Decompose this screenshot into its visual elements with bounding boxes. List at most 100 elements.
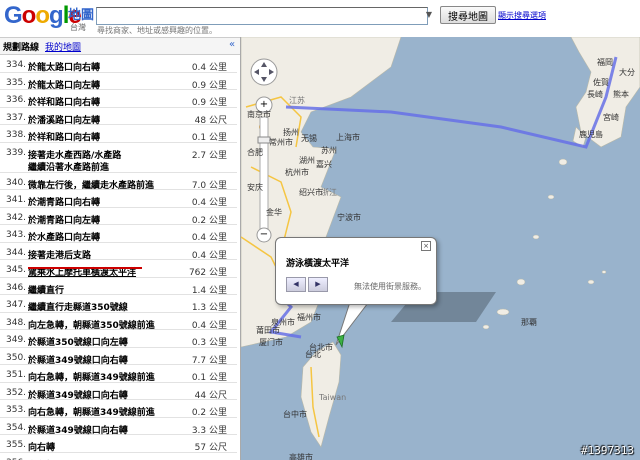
step-distance: 0.1 公里 <box>191 133 227 143</box>
city-label: 绍兴市 <box>299 188 323 197</box>
step-instruction: 向左急轉，朝縣道350號線前進 <box>28 320 155 331</box>
direction-step[interactable]: 336. 於祥和路口向右轉 0.9 公里 <box>0 90 237 108</box>
city-label: 鹿児島 <box>579 130 603 139</box>
city-label: 泉州市 <box>271 318 295 327</box>
info-window: × 游泳橫渡太平洋 ◀ ▶ 無法使用街景服務。 <box>275 237 437 305</box>
logo-letter: o <box>35 2 50 29</box>
step-distance: 57 公尺 <box>194 443 227 453</box>
step-instruction: 於縣道349號線口向右轉 <box>28 355 128 366</box>
step-number: 335. <box>6 77 27 88</box>
step-instruction: 於縣道349號線口向右轉 <box>28 425 128 436</box>
search-hint: 尋找商家、地址或感興趣的位置。 <box>97 26 217 35</box>
zoom-out-button[interactable]: − <box>257 228 271 242</box>
city-label: 杭州市 <box>285 168 309 177</box>
direction-step[interactable]: 335. 於龍太路口向左轉 0.9 公里 <box>0 73 237 91</box>
step-number: 352. <box>6 387 27 398</box>
step-distance: 1.4 公里 <box>191 285 227 296</box>
step-instruction: 於祥和路口向右轉 <box>28 133 101 143</box>
direction-step[interactable]: 343. 於水產路口向左轉 0.4 公里 <box>0 225 237 243</box>
city-label: 熊本 <box>613 90 629 99</box>
step-number: 351. <box>6 370 27 380</box>
direction-step[interactable]: 342. 於潮青路口向左轉 0.2 公里 <box>0 208 237 226</box>
direction-step[interactable]: 353. 向右急轉，朝縣道349號線前進 0.2 公里 <box>0 400 237 418</box>
step-distance: 0.9 公里 <box>191 98 227 108</box>
city-label: 大分 <box>619 68 635 77</box>
direction-step[interactable]: 347. 繼續直行走縣道350號線 1.3 公里 <box>0 295 237 313</box>
direction-step[interactable]: 346. 繼續直行 1.4 公里 <box>0 278 237 296</box>
step-number: 349. <box>6 335 27 345</box>
step-number: 341. <box>6 195 27 205</box>
direction-step[interactable]: 341. 於潮青路口向右轉 0.4 公里 <box>0 190 237 208</box>
direction-step[interactable]: 337. 於潘溪路口向左轉 48 公尺 <box>0 108 237 126</box>
step-distance: 3.3 公里 <box>191 425 227 436</box>
search-maps-button[interactable]: 搜尋地圖 <box>440 6 496 24</box>
region-label: 台灣 <box>70 23 86 32</box>
direction-step[interactable]: 349. 於縣道350號線口向左轉 0.3 公里 <box>0 330 237 348</box>
map-canvas[interactable]: + − 福岡 佐賀 長崎 熊本 大分 宮崎 鹿児島 江苏 南京市 上海市 杭州市 浙江 宁波市 福州市 台北… <box>241 37 640 460</box>
step-number: 350. <box>6 352 27 363</box>
city-label: 嘉兴 <box>316 160 332 169</box>
step-distance: 0.4 公里 <box>191 250 227 261</box>
step-number: 348. <box>6 317 27 328</box>
close-icon[interactable]: × <box>421 241 431 251</box>
step-instruction: 向右轉 <box>28 443 56 453</box>
step-number: 340. <box>6 177 27 188</box>
step-instruction: 於水產路口向左轉 <box>28 233 101 243</box>
step-distance: 48 公尺 <box>194 115 227 126</box>
step-number: 346. <box>6 282 27 293</box>
direction-step[interactable]: 351. 向右急轉，朝縣道349號線前進 0.1 公里 <box>0 365 237 383</box>
step-instruction: 於縣道350號線口向左轉 <box>28 338 128 348</box>
step-distance: 7.7 公里 <box>191 355 227 366</box>
city-label: 无锡 <box>301 134 317 143</box>
step-number: 336. <box>6 95 27 105</box>
direction-step[interactable]: 344. 接著走港后支路 0.4 公里 <box>0 243 237 261</box>
step-number: 338. <box>6 130 27 140</box>
step-instruction: 於縣道349號線口向右轉 <box>28 390 128 401</box>
logo-letter: G <box>4 2 23 29</box>
direction-step[interactable]: 338. 於祥和路口向右轉 0.1 公里 <box>0 125 237 143</box>
direction-step[interactable]: 339. 接著走水產西路/水產路 2.7 公里 繼續沿著水產路前進 <box>0 143 237 173</box>
direction-step[interactable]: 356.向左轉58 公尺 <box>0 453 237 460</box>
city-label: 長崎 <box>587 90 603 99</box>
collapse-panel-icon[interactable]: « <box>229 39 235 50</box>
city-label: 厦门市 <box>259 338 283 347</box>
step-instruction: 向右急轉，朝縣道349號線前進 <box>28 373 155 383</box>
chevron-down-icon[interactable]: ▼ <box>424 8 434 22</box>
step-instruction-continued: 繼續沿著水產路前進 <box>28 162 110 173</box>
city-label: 湖州 <box>299 156 315 165</box>
step-instruction: 繼續直行走縣道350號線 <box>28 303 128 313</box>
search-options-link[interactable]: 顯示搜尋選項 <box>498 10 546 21</box>
city-label: 合肥 <box>247 148 263 157</box>
city-label: 那覇 <box>521 318 537 327</box>
region-label: 浙江 <box>321 188 337 197</box>
direction-step[interactable]: 348. 向左急轉，朝縣道350號線前進 0.4 公里 <box>0 313 237 331</box>
direction-step[interactable]: 354. 於縣道349號線口向右轉 3.3 公里 <box>0 418 237 436</box>
step-number: 337. <box>6 112 27 123</box>
direction-step[interactable]: 352. 於縣道349號線口向右轉 44 公尺 <box>0 383 237 401</box>
pan-control[interactable] <box>251 59 277 85</box>
step-distance: 0.4 公里 <box>191 233 227 243</box>
logo-letter: o <box>21 2 37 29</box>
direction-step[interactable]: 350. 於縣道349號線口向右轉 7.7 公里 <box>0 348 237 366</box>
direction-step[interactable]: 334. 於龍太路口向右轉 0.4 公里 <box>0 55 237 73</box>
step-distance: 762 公里 <box>188 268 227 278</box>
step-instruction: 微靠左行後，繼續走水產路前進 <box>28 180 155 191</box>
watermark: #1397313 <box>581 444 634 457</box>
info-window-title: 游泳橫渡太平洋 <box>286 259 350 269</box>
step-instruction: 於祥和路口向右轉 <box>28 98 101 108</box>
prev-step-button[interactable]: ◀ <box>286 277 306 292</box>
tab-directions[interactable]: 規劃路線 <box>3 40 39 53</box>
panel-tabs: 規劃路線 我的地圖 « <box>0 37 240 55</box>
direction-step[interactable]: 340. 微靠左行後，繼續走水產路前進 7.0 公里 <box>0 173 237 191</box>
logo-letter: g <box>49 2 64 29</box>
ryukyu-islands <box>482 158 607 330</box>
step-instruction: 於潮青路口向右轉 <box>28 198 101 208</box>
next-step-button[interactable]: ▶ <box>308 277 328 292</box>
step-distance: 0.4 公里 <box>191 320 227 331</box>
direction-step[interactable]: 355. 向右轉 57 公尺 <box>0 435 237 453</box>
step-distance: 0.1 公里 <box>191 373 227 383</box>
step-number: 353. <box>6 405 27 415</box>
step-number: 354. <box>6 422 27 433</box>
search-input[interactable] <box>96 7 428 25</box>
tab-my-maps[interactable]: 我的地圖 <box>45 40 81 53</box>
